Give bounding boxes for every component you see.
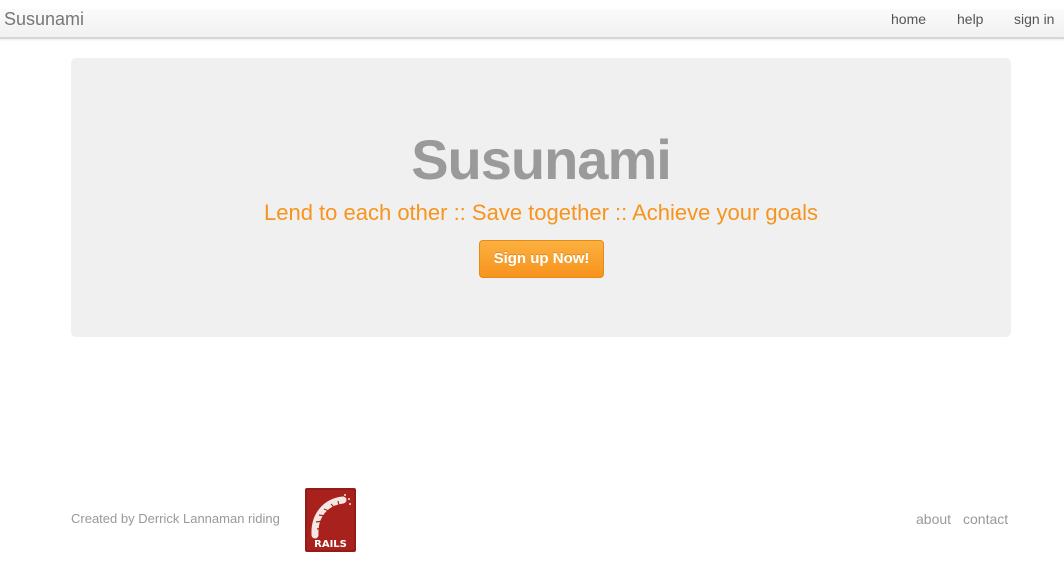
top-navbar: Susunami home help sign in [0,9,1064,39]
hero-tagline: Lend to each other :: Save together :: A… [263,200,819,225]
hero-title: Susunami [411,128,672,191]
rails-logo[interactable]: RAILS [305,488,356,552]
footer-contact-link[interactable]: contact [963,510,1008,528]
sign-up-button[interactable]: Sign up Now! [479,240,604,278]
hero-unit: Susunami Lend to each other :: Save toge… [71,58,1011,337]
nav-home-link[interactable]: home [891,9,926,29]
footer-about-link[interactable]: about [916,510,951,528]
brand-link[interactable]: Susunami [4,9,84,37]
rails-logo-text: RAILS [314,539,347,550]
nav-help-link[interactable]: help [957,9,983,29]
nav-sign-in-link[interactable]: sign in [1014,9,1054,29]
footer-credit: Created by Derrick Lannaman riding [71,511,280,526]
